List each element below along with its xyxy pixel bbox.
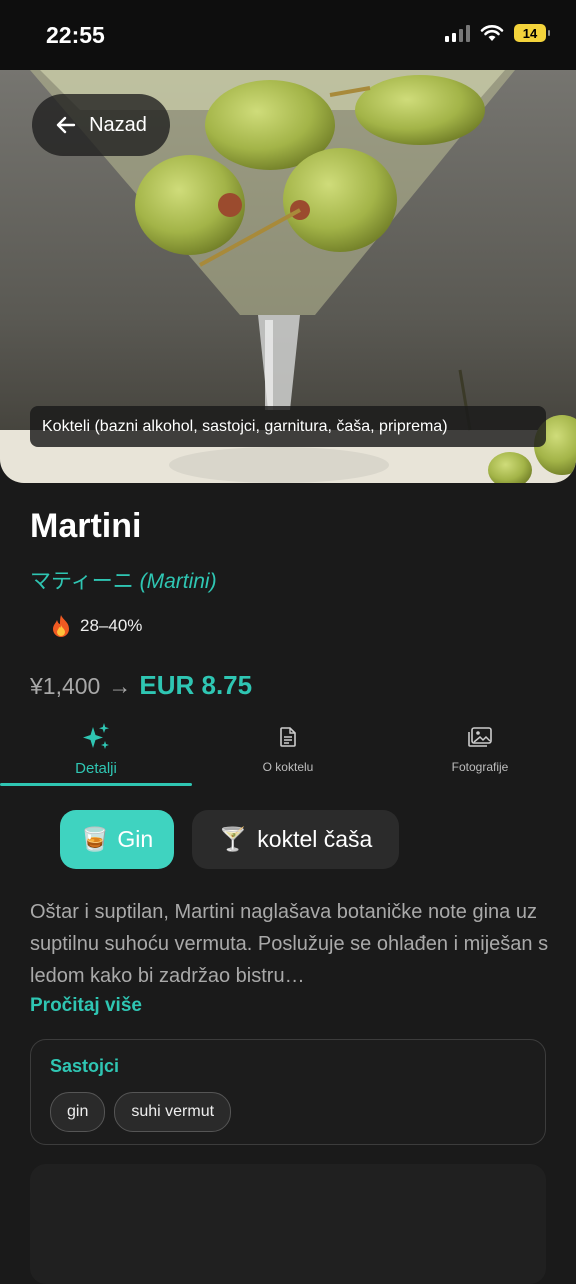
tab-active-indicator <box>0 783 192 786</box>
sparkles-icon <box>83 723 109 749</box>
status-icons: 14 <box>445 24 550 42</box>
price-row: ¥1,400 → EUR 8.75 <box>30 670 252 701</box>
images-icon <box>468 727 492 747</box>
base-spirit-chip[interactable]: 🥃 Gin <box>60 810 174 869</box>
arrow-left-icon <box>56 116 76 134</box>
ingredients-card: Sastojci gin suhi vermut <box>30 1039 546 1145</box>
tab-photos-label: Fotografije <box>451 760 509 774</box>
glass-type-chip[interactable]: 🍸 koktel čaša <box>192 810 399 869</box>
photo-caption: Kokteli (bazni alkohol, sastojci, garnit… <box>30 406 546 447</box>
ingredient-tag[interactable]: suhi vermut <box>114 1092 232 1132</box>
tab-about[interactable]: O koktelu <box>192 716 384 788</box>
whiskey-glass-icon: 🥃 <box>80 826 110 852</box>
hero-image[interactable]: Nazad Kokteli (bazni alkohol, sastojci, … <box>0 70 576 483</box>
fire-icon <box>53 615 69 637</box>
tab-details-label: Detalji <box>75 760 117 777</box>
document-icon <box>280 727 296 747</box>
battery-icon: 14 <box>514 24 550 42</box>
drink-title: Martini <box>30 507 142 545</box>
ingredients-title: Sastojci <box>50 1056 120 1076</box>
read-more-link[interactable]: Pročitaj više <box>30 995 142 1017</box>
description-text: Oštar i suptilan, Martini naglašava bota… <box>30 901 549 987</box>
drink-native-name: マティーニ (Martini) <box>30 565 217 595</box>
tab-bar: Detalji O koktelu Fotografije <box>0 716 576 788</box>
next-section-card <box>30 1164 546 1284</box>
tab-photos[interactable]: Fotografije <box>384 716 576 788</box>
ingredient-tag[interactable]: gin <box>50 1092 106 1132</box>
tab-about-label: O koktelu <box>262 760 314 774</box>
price-eur: EUR 8.75 <box>139 670 253 700</box>
status-bar: 22:55 14 <box>0 0 576 70</box>
ingredient-tags: gin suhi vermut <box>50 1092 232 1132</box>
status-time: 22:55 <box>46 22 105 48</box>
price-arrow: → <box>108 673 132 699</box>
native-name: マティーニ <box>30 570 134 593</box>
tab-details[interactable]: Detalji <box>0 716 192 788</box>
glass-type-label: koktel čaša <box>257 826 373 852</box>
native-romaji: (Martini) <box>139 570 217 593</box>
price-jpy: ¥1,400 <box>30 673 101 699</box>
back-button-label: Nazad <box>89 113 147 136</box>
base-spirit-label: Gin <box>117 826 154 852</box>
back-button[interactable]: Nazad <box>32 94 170 156</box>
wifi-icon <box>480 25 504 41</box>
cocktail-glass-icon: 🍸 <box>218 826 248 852</box>
cellular-signal-icon <box>445 24 470 42</box>
abv-value: 28–40% <box>80 616 143 635</box>
abv-row: 28–40% <box>50 614 142 638</box>
